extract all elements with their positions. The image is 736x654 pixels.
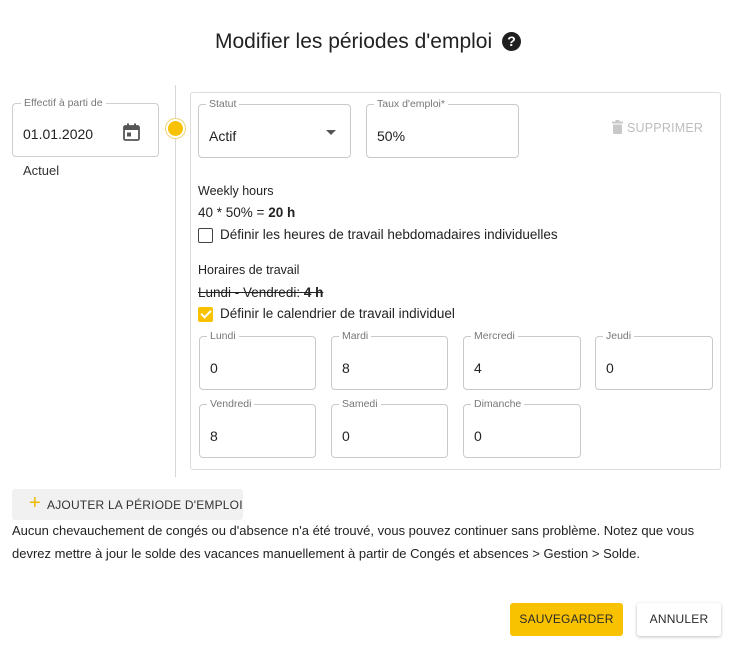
overlap-notice: Aucun chevauchement de congés ou d'absen… [12,523,695,561]
add-period-button[interactable]: + AJOUTER LA PÉRIODE D'EMPLOI [12,489,243,520]
day-value: 0 [606,360,614,376]
day-input-mardi[interactable]: Mardi 8 [331,330,448,390]
day-input-vendredi[interactable]: Vendredi 8 [199,398,316,458]
day-input-lundi[interactable]: Lundi 0 [199,330,316,390]
day-value: 8 [342,360,350,376]
status-value: Actif [209,128,237,144]
weekly-hours-title: Weekly hours [198,184,274,198]
weekly-hours-formula: 40 * 50% = 20 h [198,205,295,220]
trash-icon [612,120,623,134]
effective-date-label: Effectif à parti de [21,97,106,109]
day-value: 0 [342,428,350,444]
schedule-summary-value: 4 h [303,285,324,300]
employment-rate-input[interactable]: Taux d'emploi* 50% [366,98,519,158]
day-value: 8 [210,428,218,444]
weekly-formula-prefix: 40 * 50% = [198,205,269,220]
timeline-dot [166,119,185,138]
day-input-mercredi[interactable]: Mercredi 4 [463,330,581,390]
day-input-jeudi[interactable]: Jeudi 0 [595,330,713,390]
effective-date-field[interactable]: Effectif à parti de 01.01.2020 [12,97,159,157]
work-schedule-title: Horaires de travail [198,263,300,277]
save-button[interactable]: SAUVEGARDER [510,603,623,636]
individual-schedule-label: Définir le calendrier de travail individ… [220,306,455,321]
individual-weekly-hours-label: Définir les heures de travail hebdomadai… [220,227,558,242]
day-label: Dimanche [471,398,525,410]
day-label: Jeudi [603,330,635,342]
day-value: 4 [474,360,482,376]
day-value: 0 [210,360,218,376]
day-label: Samedi [339,398,381,410]
day-label: Vendredi [207,398,255,410]
employment-rate-label: Taux d'emploi* [374,98,448,110]
day-label: Lundi [207,330,239,342]
day-input-dimanche[interactable]: Dimanche 0 [463,398,581,458]
status-select[interactable]: Statut Actif [198,98,351,158]
day-input-samedi[interactable]: Samedi 0 [331,398,448,458]
employment-rate-value: 50% [377,128,406,144]
cancel-button[interactable]: ANNULER [637,603,721,636]
work-schedule-summary: Lundi - Vendredi: 4 h [198,285,323,300]
status-label: Statut [206,98,240,110]
day-label: Mardi [339,330,372,342]
delete-label: SUPPRIMER [627,121,704,135]
weekly-formula-result: 20 h [268,205,296,220]
individual-weekly-hours-checkbox[interactable] [198,228,213,243]
dialog-title-row: Modifier les périodes d'emploi ? [0,30,736,54]
day-value: 0 [474,428,482,444]
current-period-label: Actuel [23,163,60,178]
plus-icon: + [29,492,41,514]
dialog-title: Modifier les périodes d'emploi [215,30,493,53]
calendar-icon[interactable] [123,123,140,141]
individual-schedule-checkbox[interactable] [198,307,213,322]
schedule-summary-prefix: Lundi - Vendredi: [198,285,304,300]
chevron-down-icon [326,130,336,135]
question-circle-icon[interactable]: ? [502,32,521,51]
timeline-line [175,85,176,477]
delete-button[interactable]: SUPPRIMER [612,120,703,135]
effective-date-value: 01.01.2020 [23,126,94,142]
add-period-label: AJOUTER LA PÉRIODE D'EMPLOI [47,498,243,512]
day-label: Mercredi [471,330,518,342]
